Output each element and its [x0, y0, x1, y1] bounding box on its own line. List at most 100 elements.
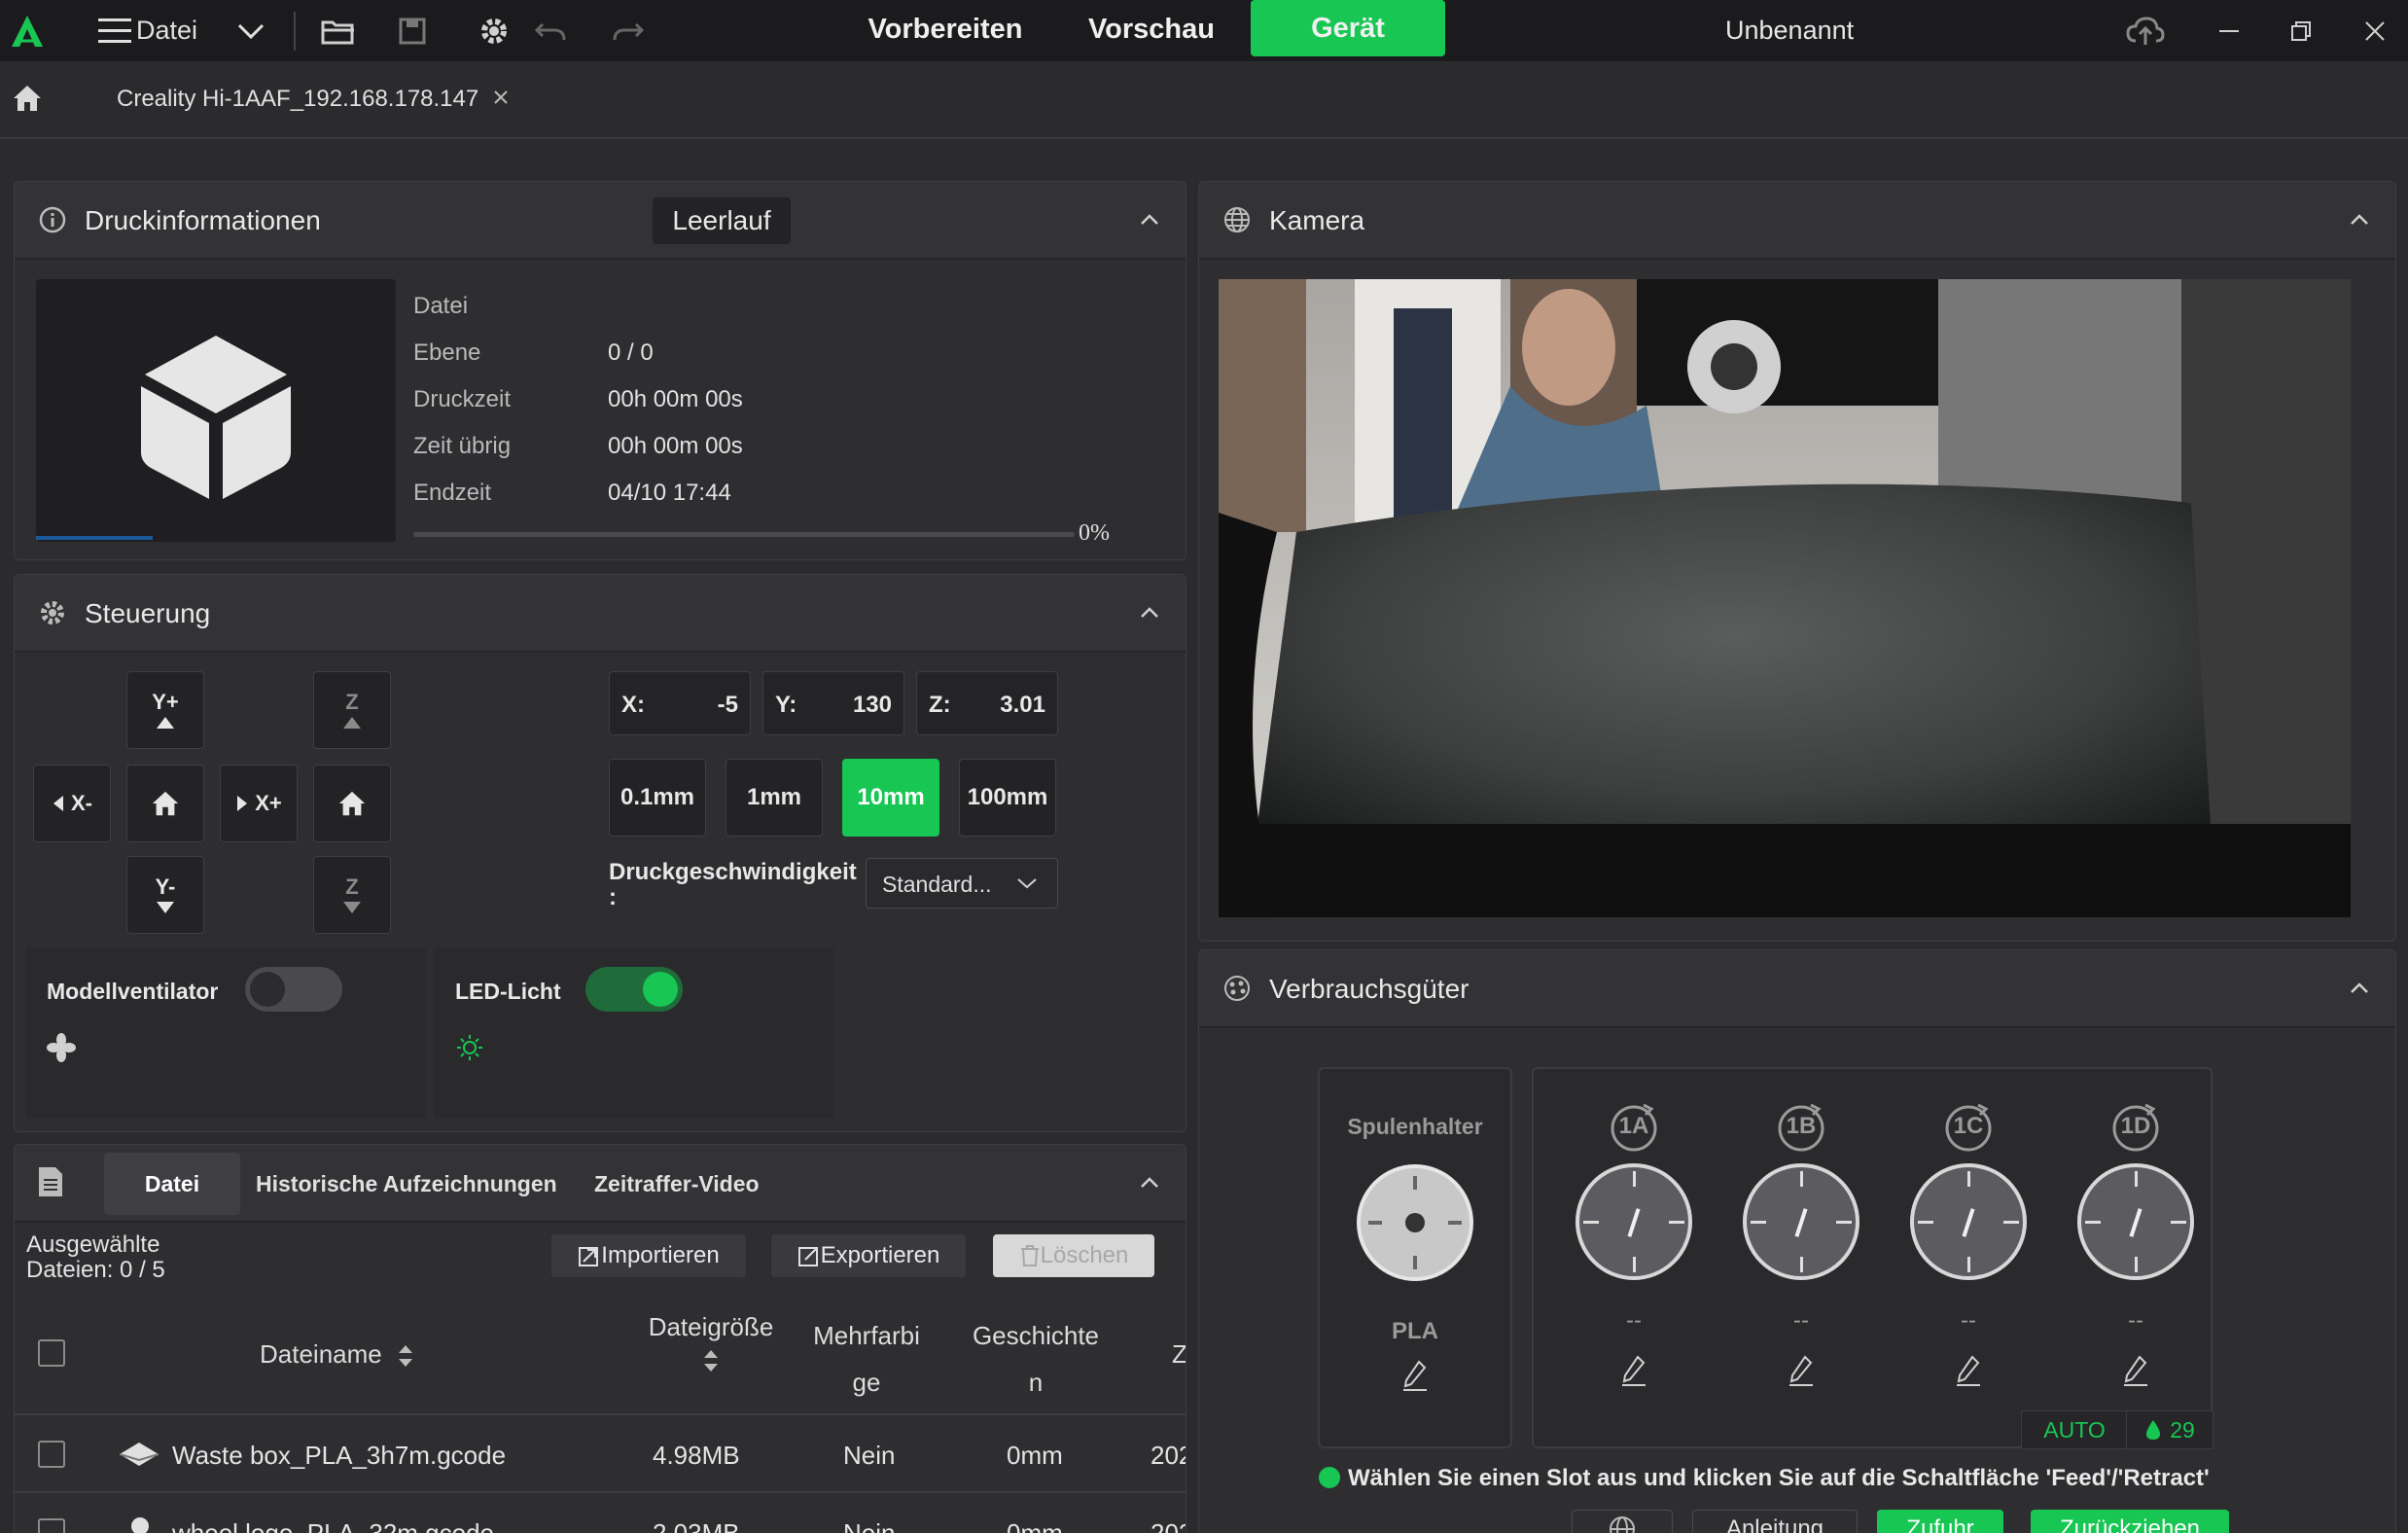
tab-file[interactable]: Datei: [104, 1153, 240, 1215]
edit-pencil-icon[interactable]: [1620, 1354, 1647, 1387]
slot-dial: [2077, 1163, 2194, 1280]
cfs-slot[interactable]: 1A --: [1564, 1066, 1700, 1416]
divider: [15, 1413, 1186, 1415]
row-checkbox[interactable]: [38, 1441, 65, 1468]
hamburger-menu-icon[interactable]: [95, 12, 134, 51]
step-100mm-button[interactable]: 100mm: [959, 759, 1056, 837]
undo-icon[interactable]: [531, 12, 570, 51]
spool-holder-card[interactable]: Spulenhalter PLA: [1318, 1067, 1512, 1448]
tab-history[interactable]: Historische Aufzeichnungen: [256, 1171, 557, 1197]
home-xy-button[interactable]: [126, 765, 204, 842]
slot-id: 1B: [1786, 1113, 1817, 1139]
home-z-button[interactable]: [313, 765, 391, 842]
jog-y-minus-button[interactable]: Y-: [126, 856, 204, 934]
close-tab-icon[interactable]: [490, 87, 512, 108]
retract-button[interactable]: Zurückziehen: [2031, 1510, 2229, 1533]
chevron-down-icon[interactable]: [231, 12, 270, 51]
spool-center: [1405, 1213, 1425, 1232]
step-1mm-button[interactable]: 1mm: [726, 759, 823, 837]
cfs-slot[interactable]: 1C --: [1898, 1066, 2035, 1416]
cloud-upload-icon[interactable]: [2126, 12, 2165, 51]
select-all-checkbox[interactable]: [38, 1339, 65, 1367]
jog-x-minus-button[interactable]: X-: [33, 765, 111, 842]
save-icon[interactable]: [393, 12, 432, 51]
speed-dropdown[interactable]: Standard...: [866, 858, 1058, 909]
file-name[interactable]: Waste box_PLA_3h7m.gcode: [172, 1441, 506, 1471]
jog-z-up-button[interactable]: Z: [313, 671, 391, 749]
edit-pencil-icon[interactable]: [1788, 1354, 1815, 1387]
chevron-up-icon[interactable]: [1135, 1168, 1164, 1197]
camera-feed[interactable]: [1219, 279, 2351, 917]
chevron-up-icon[interactable]: [2345, 974, 2374, 1003]
nav-preview[interactable]: Vorschau: [1062, 0, 1241, 58]
triangle-up-icon: [343, 717, 361, 729]
column-header-multicolor[interactable]: Mehrfarbige: [812, 1312, 921, 1406]
file-multicolor: Nein: [843, 1441, 896, 1470]
slot-material: --: [1793, 1307, 1809, 1334]
column-header-history[interactable]: Geschichten: [968, 1312, 1104, 1406]
delete-button[interactable]: Löschen: [993, 1234, 1154, 1277]
triangle-down-icon: [157, 902, 174, 913]
guide-button[interactable]: Anleitung: [1692, 1510, 1858, 1533]
cfs-slot[interactable]: 1B --: [1731, 1066, 1867, 1416]
camera-panel: Kamera: [1198, 181, 2396, 942]
jog-label: Z: [345, 874, 359, 899]
restore-window-icon[interactable]: [2282, 12, 2320, 51]
panel-title: Steuerung: [85, 598, 211, 628]
jog-y-plus-button[interactable]: Y+: [126, 671, 204, 749]
feed-button[interactable]: Zufuhr: [1877, 1510, 2003, 1533]
triangle-up-icon: [157, 717, 174, 729]
led-toggle[interactable]: [585, 967, 683, 1012]
cfs-slot[interactable]: 1D --: [2066, 1066, 2202, 1416]
fan-toggle[interactable]: [245, 967, 342, 1012]
jog-label: Z: [345, 690, 359, 714]
slot-id: 1A: [1618, 1113, 1649, 1139]
step-10mm-button[interactable]: 10mm: [842, 759, 939, 837]
edit-pencil-icon[interactable]: [1401, 1359, 1429, 1392]
row-checkbox[interactable]: [38, 1518, 65, 1533]
fan-card: Modellventilator: [25, 947, 426, 1119]
file-date: 202: [1151, 1441, 1186, 1470]
file-multicolor: Nein: [843, 1518, 896, 1533]
panel-title: Druckinformationen: [85, 205, 321, 235]
export-button[interactable]: Exportieren: [771, 1234, 966, 1277]
slot-id: 1C: [1953, 1113, 1984, 1139]
jog-label: Y-: [155, 874, 176, 899]
language-button[interactable]: [1572, 1510, 1673, 1533]
column-header-size[interactable]: Dateigröße: [623, 1312, 798, 1380]
slot-id: 1D: [2120, 1113, 2151, 1139]
light-bulb-icon: [457, 1035, 482, 1060]
edit-pencil-icon[interactable]: [1955, 1354, 1982, 1387]
device-tab-label[interactable]: Creality Hi-1AAF_192.168.178.147: [117, 86, 478, 113]
nav-device[interactable]: Gerät: [1251, 0, 1445, 56]
close-window-icon[interactable]: [2355, 12, 2394, 51]
home-icon[interactable]: [12, 83, 43, 114]
tab-timelapse[interactable]: Zeitraffer-Video: [594, 1171, 760, 1197]
file-name[interactable]: wheel logo_PLA_32m.gcode: [172, 1518, 494, 1533]
chevron-up-icon[interactable]: [1135, 205, 1164, 234]
chevron-up-icon[interactable]: [1135, 598, 1164, 627]
settings-gear-icon[interactable]: [475, 12, 513, 51]
panel-title: Kamera: [1269, 205, 1365, 235]
jog-x-plus-button[interactable]: X+: [220, 765, 298, 842]
status-dot: [1319, 1467, 1340, 1488]
minimize-icon[interactable]: [2210, 12, 2249, 51]
globe-icon: [1221, 203, 1254, 236]
panel-header: Datei Historische Aufzeichnungen Zeitraf…: [15, 1145, 1186, 1223]
import-button[interactable]: Importieren: [551, 1234, 746, 1277]
jog-z-down-button[interactable]: Z: [313, 856, 391, 934]
edit-pencil-icon[interactable]: [2122, 1354, 2149, 1387]
auto-badge[interactable]: AUTO: [2021, 1410, 2128, 1449]
column-header-filename[interactable]: Dateiname: [260, 1339, 414, 1370]
nav-prepare[interactable]: Vorbereiten: [846, 0, 1045, 58]
coord-axis: Y:: [775, 692, 797, 718]
chevron-down-icon: [1017, 878, 1037, 889]
column-header-date[interactable]: Z: [1172, 1339, 1186, 1370]
open-folder-icon[interactable]: [319, 12, 358, 51]
panel-header: Druckinformationen Leerlauf: [15, 182, 1186, 260]
redo-icon[interactable]: [609, 12, 648, 51]
slot-material: --: [1961, 1307, 1976, 1334]
file-menu-label[interactable]: Datei: [136, 16, 197, 46]
step-0-1mm-button[interactable]: 0.1mm: [609, 759, 706, 837]
chevron-up-icon[interactable]: [2345, 205, 2374, 234]
